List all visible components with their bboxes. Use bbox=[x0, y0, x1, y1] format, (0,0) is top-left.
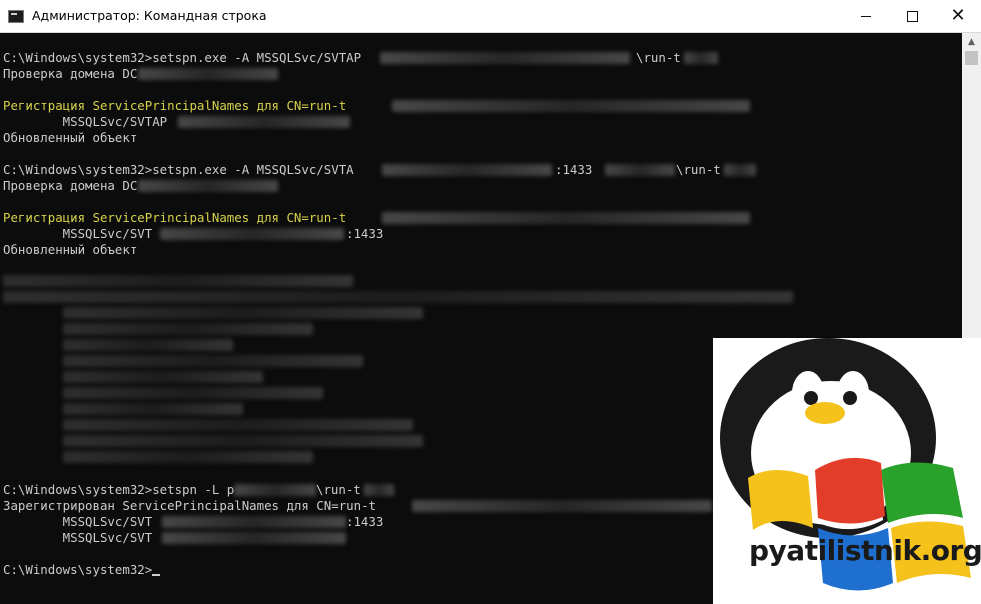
title-bar: Администратор: Командная строка ✕ bbox=[0, 0, 981, 33]
redacted-text bbox=[724, 164, 756, 176]
redacted-text bbox=[63, 387, 323, 399]
redacted-text bbox=[63, 435, 423, 447]
redacted-text bbox=[3, 275, 353, 287]
redacted-text bbox=[63, 403, 243, 415]
console-line: C:\Windows\system32>setspn.exe -A MSSQLS… bbox=[3, 162, 354, 177]
console-line: Регистрация ServicePrincipalNames для CN… bbox=[3, 210, 347, 225]
console-line: MSSQLSvc/SVT bbox=[3, 514, 153, 529]
redacted-text bbox=[138, 68, 278, 80]
redacted-text bbox=[605, 164, 675, 176]
redacted-text bbox=[392, 100, 750, 112]
redacted-text bbox=[63, 339, 233, 351]
logo-text: pyatilistnik.org bbox=[749, 534, 981, 567]
console-line: Проверка домена DC bbox=[3, 66, 138, 81]
redacted-text bbox=[162, 516, 346, 528]
console-line: Обновленный объект bbox=[3, 242, 138, 257]
console-line: Регистрация ServicePrincipalNames для CN… bbox=[3, 98, 347, 113]
scroll-up-icon[interactable]: ▲ bbox=[962, 33, 981, 50]
console-line: MSSQLSvc/SVT bbox=[3, 226, 153, 241]
console-line: Зарегистрирован ServicePrincipalNames дл… bbox=[3, 498, 376, 513]
cmd-icon[interactable] bbox=[8, 10, 24, 23]
console-line: MSSQLSvc/SVTAP bbox=[3, 114, 168, 129]
redacted-text bbox=[63, 323, 313, 335]
console-line: Обновленный объект bbox=[3, 130, 138, 145]
redacted-text bbox=[160, 228, 344, 240]
redacted-text bbox=[364, 484, 394, 496]
redacted-text bbox=[380, 52, 630, 64]
console-line: Проверка домена DC bbox=[3, 178, 138, 193]
redacted-text bbox=[382, 212, 750, 224]
window-title: Администратор: Командная строка bbox=[32, 8, 267, 23]
console-line: C:\Windows\system32>setspn.exe -A MSSQLS… bbox=[3, 50, 362, 65]
console-line: MSSQLSvc/SVT bbox=[3, 530, 153, 545]
console-line: :1433 bbox=[346, 514, 384, 529]
minimize-icon bbox=[861, 15, 871, 17]
close-button[interactable]: ✕ bbox=[935, 0, 981, 32]
console-line: \run-t bbox=[676, 162, 721, 177]
redacted-text bbox=[63, 355, 363, 367]
redacted-text bbox=[63, 371, 263, 383]
penguin-windows-logo: pyatilistnik.org bbox=[713, 338, 981, 604]
redacted-text bbox=[3, 291, 793, 303]
redacted-text bbox=[684, 52, 718, 64]
command-prompt[interactable]: C:\Windows\system32> bbox=[3, 562, 161, 578]
redacted-text bbox=[63, 307, 423, 319]
minimize-button[interactable] bbox=[843, 0, 889, 32]
scroll-thumb[interactable] bbox=[965, 51, 978, 65]
redacted-text bbox=[63, 419, 413, 431]
maximize-icon bbox=[906, 10, 918, 22]
console-line: C:\Windows\system32>setspn -L p bbox=[3, 482, 235, 497]
console-line: :1433 bbox=[346, 226, 384, 241]
redacted-text bbox=[234, 484, 316, 496]
redacted-text bbox=[382, 164, 552, 176]
redacted-text bbox=[138, 180, 278, 192]
console-line: :1433 bbox=[555, 162, 593, 177]
maximize-button[interactable] bbox=[889, 0, 935, 32]
close-icon: ✕ bbox=[950, 5, 966, 26]
redacted-text bbox=[63, 451, 313, 463]
console-line: \run-t bbox=[316, 482, 361, 497]
redacted-text bbox=[162, 532, 346, 544]
redacted-text bbox=[412, 500, 712, 512]
text-cursor bbox=[152, 574, 161, 576]
redacted-text bbox=[178, 116, 350, 128]
console-line: \run-t bbox=[636, 50, 681, 65]
